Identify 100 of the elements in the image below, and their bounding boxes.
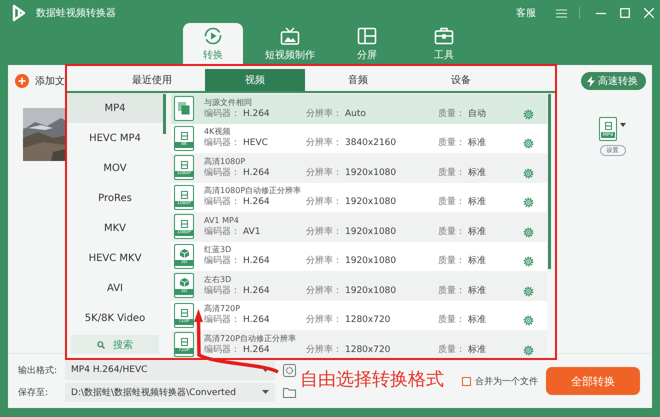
codec-value: H.264 (243, 255, 270, 268)
format-item[interactable]: MKV (67, 213, 163, 243)
format-item[interactable]: 5K/8K Video (67, 303, 163, 333)
resolution-label: 分辨率： (306, 226, 342, 239)
settings-icon[interactable] (523, 108, 534, 120)
output-format-select[interactable]: MP4 H.264/HEVC (65, 360, 276, 380)
codec-value: H.264 (243, 284, 270, 298)
resolution-value: 1280x720 (345, 314, 390, 328)
quality-value: 标准 (468, 196, 486, 210)
format-item[interactable]: HEVC MKV (67, 243, 163, 273)
settings-icon[interactable] (523, 226, 534, 238)
preset-title: 高清720P (204, 303, 242, 314)
settings-icon[interactable] (523, 256, 534, 268)
service-link[interactable]: 客服 (516, 6, 536, 20)
save-path-select[interactable]: D:\数据蛙\数据蛙视频转换器\Converted (65, 382, 276, 402)
resolution-label: 分辨率： (306, 166, 342, 180)
nav-tab[interactable]: 短视频制作 (260, 23, 320, 65)
codec-label: 编码器： (204, 314, 240, 328)
resolution-value: 1280x720 (345, 344, 390, 357)
quality-value: 标准 (468, 344, 486, 357)
codec-value: H.264 (243, 166, 270, 180)
quality-label: 质量： (438, 255, 465, 268)
split-screen-icon (357, 26, 377, 44)
quality-label: 质量： (438, 344, 465, 357)
window-title: 数据蛙视频转换器 (36, 6, 117, 20)
resolution-label: 分辨率： (306, 108, 342, 121)
add-file-button[interactable]: 添加文 (15, 74, 65, 88)
caret-icon[interactable] (620, 123, 626, 127)
codec-label: 编码器： (204, 255, 240, 268)
lightning-icon (587, 76, 595, 86)
codec-label: 编码器： (204, 137, 240, 150)
format-item[interactable]: MOV (67, 153, 163, 183)
settings-icon[interactable] (523, 315, 534, 326)
format-tab[interactable]: 音频 (308, 69, 408, 91)
codec-value: H.264 (243, 344, 270, 357)
format-tab[interactable]: 视频 (205, 69, 305, 91)
preset-row[interactable]: 与源文件相同 编码器： H.264 分辨率： Auto 质量： 自动 (171, 94, 547, 124)
folder-icon[interactable] (283, 386, 296, 398)
preset-title: 高清720P自动修正分辨率 (204, 332, 298, 344)
settings-icon[interactable] (523, 138, 534, 150)
merge-label: 合并为一个文件 (475, 376, 538, 388)
preset-title: 红蓝3D (204, 244, 232, 256)
codec-value: H.264 (243, 196, 270, 210)
nav-tab[interactable]: 工具 (414, 23, 474, 65)
settings-icon[interactable] (523, 197, 534, 208)
convert-icon (204, 26, 222, 44)
resolution-value: 1920x1080 (345, 284, 396, 298)
menu-icon[interactable] (556, 8, 567, 18)
resolution-value: Auto (345, 108, 366, 121)
codec-label: 编码器： (204, 226, 240, 239)
resolution-label: 分辨率： (306, 255, 342, 268)
format-item[interactable]: AVI (67, 273, 163, 303)
save-to-label: 保存至: (18, 386, 50, 398)
format-item[interactable]: HEVC MP4 (67, 123, 163, 153)
dropdown-icon[interactable] (262, 390, 270, 394)
quality-label: 质量： (438, 166, 465, 180)
preset-title: 4K视频 (204, 126, 232, 138)
settings-icon[interactable] (523, 344, 534, 356)
codec-value: H.264 (243, 108, 270, 121)
resolution-label: 分辨率： (306, 137, 342, 150)
resolution-label: 分辨率： (306, 344, 342, 357)
preset-title: 高清1080P自动修正分辨率 (204, 185, 302, 196)
nav-tab[interactable]: 分屏 (337, 23, 397, 65)
dropdown-icon[interactable] (262, 368, 270, 372)
codec-label: 编码器： (204, 166, 240, 180)
merge-checkbox[interactable] (462, 376, 471, 386)
resolution-label: 分辨率： (306, 284, 342, 298)
nav-tab[interactable]: 转换 (183, 23, 243, 65)
format-tab[interactable]: 最近使用 (102, 69, 202, 91)
close-icon[interactable] (644, 8, 654, 18)
format-item[interactable]: ProRes (67, 183, 163, 213)
codec-value: H.264 (243, 314, 270, 328)
search-icon (97, 340, 105, 348)
settings-icon[interactable] (283, 364, 296, 376)
format-tab[interactable]: 设备 (411, 69, 511, 91)
quality-label: 质量： (438, 284, 465, 298)
quality-label: 质量： (438, 314, 465, 328)
quality-label: 质量： (438, 108, 465, 121)
format-item[interactable]: MP4 (67, 93, 163, 123)
settings-icon[interactable] (523, 168, 534, 179)
quality-value: 自动 (468, 108, 486, 121)
tv-icon (280, 26, 300, 44)
resolution-value: 1920x1080 (345, 255, 396, 268)
logo-icon (10, 4, 28, 22)
settings-icon[interactable] (523, 286, 534, 297)
copy-icon (174, 96, 194, 122)
resolution-value: 1920x1080 (345, 166, 396, 180)
codec-label: 编码器： (204, 108, 240, 121)
preset-title: 高清1080P (204, 156, 246, 167)
quality-value: 标准 (468, 255, 486, 268)
quality-label: 质量： (438, 196, 465, 210)
preset-title: AV1 MP4 (204, 214, 240, 226)
plus-icon (15, 74, 29, 88)
codec-value: AV1 (243, 226, 260, 239)
resolution-value: 1920x1080 (345, 226, 396, 239)
output-format-label: 输出格式: (18, 364, 58, 376)
quality-value: 标准 (468, 137, 486, 150)
fast-convert-button[interactable]: 高速转换 (581, 72, 646, 90)
maximize-icon[interactable] (620, 8, 630, 18)
codec-label: 编码器： (204, 284, 240, 298)
